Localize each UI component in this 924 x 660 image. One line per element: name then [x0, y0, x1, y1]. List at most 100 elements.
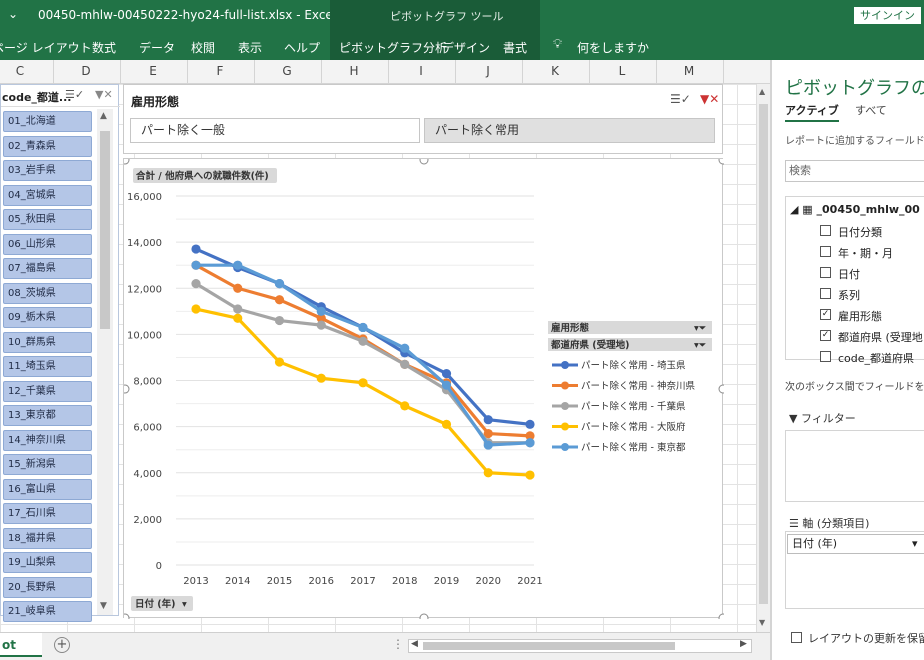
- legend-filter-icon[interactable]: ▾⏷: [694, 323, 707, 334]
- filter-zone[interactable]: [785, 430, 924, 502]
- column-header-m[interactable]: M: [679, 64, 699, 78]
- clear-filter-icon[interactable]: ▼✕: [95, 88, 113, 101]
- data-point[interactable]: [400, 343, 410, 353]
- data-point[interactable]: [274, 315, 285, 326]
- legend-entry[interactable]: パート除く常用 - 埼玉県: [581, 360, 686, 372]
- scroll-up-icon[interactable]: ▲: [759, 87, 765, 96]
- legend-field-employment[interactable]: 雇用形態: [551, 322, 590, 334]
- data-point[interactable]: [191, 260, 201, 270]
- slicer-item[interactable]: 04_宮城県: [3, 184, 92, 206]
- tab-help[interactable]: ヘルプ: [284, 39, 320, 56]
- column-header-g[interactable]: G: [277, 64, 297, 78]
- slicer-item[interactable]: 16_富山県: [3, 478, 92, 500]
- slicer-prefecture-code[interactable]: code_都道... ☰✓ ▼✕ 01_北海道 02_青森県 03_岩手県 04_宮城…: [0, 84, 120, 622]
- tab-page-layout[interactable]: ページ レイアウト: [0, 39, 92, 56]
- sheet-tab-active[interactable]: ot: [0, 633, 42, 657]
- pane-tab-active[interactable]: アクティブ: [785, 102, 839, 122]
- defer-update-checkbox[interactable]: レイアウトの更新を保留す: [791, 630, 924, 646]
- multi-select-icon[interactable]: ☰✓: [670, 92, 691, 106]
- tab-pivotchart-analyze[interactable]: ピボットグラフ分析: [339, 39, 447, 56]
- pivot-chart[interactable]: 合計 / 他府県への就職件数(件) 0 2,000 4,000 6,000 8,000 1…: [123, 158, 724, 619]
- slicer-item[interactable]: 09_栃木県: [3, 307, 92, 328]
- legend-entry[interactable]: パート除く常用 - 東京都: [581, 442, 686, 454]
- tab-format[interactable]: 書式: [503, 39, 527, 56]
- quick-access-toolbar-icon[interactable]: ⌄: [8, 7, 18, 21]
- data-point[interactable]: [441, 380, 452, 390]
- data-point[interactable]: [525, 419, 535, 429]
- scroll-up-icon[interactable]: ▲: [100, 111, 107, 121]
- column-header-d[interactable]: D: [76, 64, 96, 78]
- scroll-down-icon[interactable]: ▼: [759, 618, 765, 627]
- slicer-item[interactable]: 07_福島県: [3, 258, 92, 279]
- column-header-k[interactable]: K: [545, 64, 565, 78]
- table-root[interactable]: ◢ ▦ _00450_mhlw_00: [790, 203, 920, 216]
- scroll-left-icon[interactable]: ◀: [411, 639, 418, 649]
- data-point[interactable]: [191, 244, 201, 254]
- signin-button[interactable]: サインイン: [854, 7, 921, 24]
- tab-data[interactable]: データ: [139, 39, 175, 56]
- series-line[interactable]: [195, 282, 530, 445]
- legend-filter-icon[interactable]: ▾⏷: [694, 340, 707, 351]
- data-point[interactable]: [274, 295, 285, 305]
- legend-entry[interactable]: パート除く常用 - 大阪府: [581, 421, 686, 433]
- data-point[interactable]: [525, 438, 535, 448]
- axis-field-button[interactable]: 日付 (年): [135, 598, 176, 610]
- data-point[interactable]: [441, 419, 452, 429]
- slicer-item[interactable]: 08_茨城県: [3, 282, 92, 304]
- legend-entry[interactable]: パート除く常用 - 千葉県: [581, 401, 686, 413]
- data-point[interactable]: [441, 368, 452, 379]
- data-point[interactable]: [233, 304, 243, 314]
- slicer-item[interactable]: 20_長野県: [3, 576, 92, 598]
- data-point[interactable]: [316, 373, 326, 383]
- value-field-button[interactable]: 合計 / 他府県への就職件数(件): [136, 170, 269, 182]
- legend-entry[interactable]: パート除く常用 - 神奈川県: [581, 380, 695, 392]
- slicer-item[interactable]: 17_石川県: [3, 503, 92, 524]
- data-point[interactable]: [233, 313, 243, 323]
- scroll-thumb[interactable]: [759, 104, 768, 604]
- column-header-h[interactable]: H: [344, 64, 364, 78]
- slicer-item[interactable]: 12_千葉県: [3, 380, 92, 402]
- data-point[interactable]: [483, 468, 493, 478]
- data-point[interactable]: [191, 279, 201, 289]
- axis-field-dropdown-icon[interactable]: ▾: [182, 599, 187, 610]
- legend-field-prefecture[interactable]: 都道府県 (受理地): [550, 339, 630, 351]
- data-point[interactable]: [233, 260, 243, 270]
- data-point[interactable]: [525, 470, 535, 480]
- slicer-item[interactable]: 01_北海道: [3, 111, 92, 132]
- data-point[interactable]: [358, 336, 368, 346]
- data-point[interactable]: [316, 320, 326, 330]
- slicer-item[interactable]: 03_岩手県: [3, 160, 92, 181]
- slicer-item[interactable]: 02_青森県: [3, 135, 92, 157]
- tab-view[interactable]: 表示: [238, 39, 262, 56]
- data-point[interactable]: [191, 304, 201, 314]
- vertical-scrollbar[interactable]: ▲ ▼: [756, 84, 770, 632]
- tab-review[interactable]: 校閲: [191, 39, 215, 56]
- scroll-down-icon[interactable]: ▼: [100, 601, 107, 611]
- column-header-i[interactable]: I: [411, 64, 431, 78]
- slicer-item[interactable]: 15_新潟県: [3, 454, 92, 475]
- more-icon[interactable]: ⋮: [392, 637, 404, 651]
- data-point[interactable]: [233, 283, 243, 293]
- data-point[interactable]: [274, 279, 285, 289]
- slicer-item[interactable]: 10_群馬県: [3, 331, 92, 353]
- scroll-thumb[interactable]: [100, 131, 110, 329]
- column-header-e[interactable]: E: [143, 64, 163, 78]
- multi-select-icon[interactable]: ☰✓: [65, 88, 84, 101]
- scroll-thumb[interactable]: [423, 642, 675, 650]
- data-point[interactable]: [358, 378, 368, 388]
- slicer-scrollbar[interactable]: ▲ ▼: [97, 109, 113, 615]
- slicer-item[interactable]: 05_秋田県: [3, 209, 92, 230]
- data-point[interactable]: [274, 357, 285, 367]
- column-header-c[interactable]: C: [10, 64, 30, 78]
- slicer-item[interactable]: 06_山形県: [3, 233, 92, 255]
- slicer-item[interactable]: 14_神奈川県: [3, 429, 92, 451]
- data-point[interactable]: [483, 415, 493, 425]
- slicer-employment-type[interactable]: 雇用形態 ☰✓ ▼✕ パート除く一般 パート除く常用: [123, 84, 723, 154]
- horizontal-scrollbar[interactable]: ◀ ▶: [408, 639, 752, 653]
- pane-tab-all[interactable]: すべて: [855, 102, 887, 118]
- tab-formulas[interactable]: 数式: [92, 39, 116, 56]
- field-search-input[interactable]: 検索: [785, 160, 924, 182]
- tell-me-box[interactable]: 何をしますか: [577, 39, 649, 56]
- data-point[interactable]: [316, 306, 326, 316]
- data-point[interactable]: [483, 440, 493, 450]
